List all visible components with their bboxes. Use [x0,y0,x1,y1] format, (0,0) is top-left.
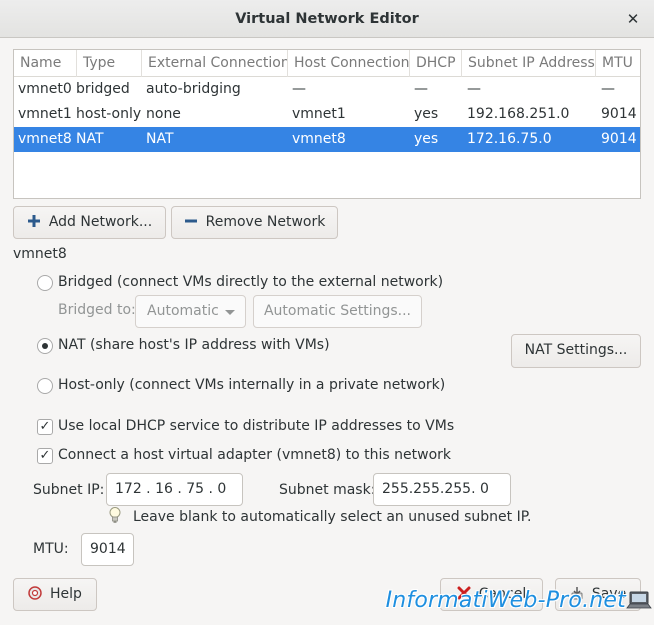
subnet-ip-label: Subnet IP: [33,482,105,498]
help-label: Help [50,586,82,602]
lightbulb-icon [108,506,122,524]
cell-name: vmnet8 [18,131,72,147]
cell-external-connection: none [146,106,181,122]
bridged-to-label: Bridged to: [58,302,136,318]
watermark-text: InformatiWeb-Pro.net [385,588,626,613]
nat-option-label[interactable]: NAT (share host's IP address with VMs) [58,337,330,353]
chevron-down-icon [225,310,235,315]
mtu-field[interactable]: 9014 [81,533,134,566]
title-bar: Virtual Network Editor ✕ [0,0,654,38]
cell-mtu: 9014 [601,106,637,122]
column-header-subnet-ip[interactable]: Subnet IP Address [462,50,596,77]
remove-network-button[interactable]: Remove Network [171,206,338,239]
bridged-option-label[interactable]: Bridged (connect VMs directly to the ext… [58,274,443,290]
cell-type: NAT [76,131,104,147]
selected-network-name: vmnet8 [13,246,67,262]
add-network-label: Add Network... [48,214,153,230]
cell-type: host-only [76,106,142,122]
subnet-hint: Leave blank to automatically select an u… [133,509,532,525]
cell-external-connection: NAT [146,131,174,147]
bridged-to-value: Automatic [147,303,219,319]
cell-host-connection: — [292,81,306,97]
cell-mtu: 9014 [601,131,637,147]
table-header: Name Type External Connection Host Conne… [14,50,640,77]
cell-name: vmnet0 [18,81,72,97]
help-icon [28,581,42,600]
automatic-settings-button[interactable]: Automatic Settings... [253,295,422,328]
cell-external-connection: auto-bridging [146,81,241,97]
column-header-mtu[interactable]: MTU [596,50,640,77]
column-header-type[interactable]: Type [77,50,142,77]
help-button[interactable]: Help [13,578,97,611]
close-icon[interactable]: ✕ [622,8,644,30]
cell-name: vmnet1 [18,106,72,122]
dhcp-checkbox[interactable]: ✓ [37,419,53,435]
table-row[interactable]: vmnet1 host-only none vmnet1 yes 192.168… [14,102,640,127]
subnet-mask-field[interactable]: 255.255.255. 0 [373,473,511,506]
nat-radio[interactable] [37,338,53,354]
laptop-logo-icon [626,590,652,612]
table-row[interactable]: vmnet0 bridged auto-bridging — — — — [14,77,640,102]
remove-network-label: Remove Network [205,214,326,230]
subnet-ip-field[interactable]: 172 . 16 . 75 . 0 [106,473,243,506]
bridged-radio[interactable] [37,275,53,291]
nat-settings-button[interactable]: NAT Settings... [511,334,641,368]
table-row-selected[interactable]: vmnet8 NAT NAT vmnet8 yes 172.16.75.0 90… [14,127,640,152]
cell-host-connection: vmnet1 [292,106,346,122]
column-header-host-connection[interactable]: Host Connection [288,50,410,77]
cell-subnet-ip: — [467,81,481,97]
host-adapter-checkbox[interactable]: ✓ [37,448,53,464]
network-table[interactable]: Name Type External Connection Host Conne… [13,49,641,199]
minus-icon [184,209,198,223]
subnet-mask-label: Subnet mask: [279,482,376,498]
mtu-label: MTU: [33,541,69,557]
cell-dhcp: yes [414,106,439,122]
cell-subnet-ip: 192.168.251.0 [467,106,570,122]
cell-dhcp: yes [414,131,439,147]
bridged-to-select[interactable]: Automatic [135,295,246,328]
column-header-dhcp[interactable]: DHCP [410,50,462,77]
host-adapter-label[interactable]: Connect a host virtual adapter (vmnet8) … [58,447,451,463]
host-only-radio[interactable] [37,378,53,394]
cell-mtu: — [601,81,615,97]
plus-icon [27,209,41,227]
cell-dhcp: — [414,81,428,97]
add-network-button[interactable]: Add Network... [13,206,166,239]
cell-subnet-ip: 172.16.75.0 [467,131,552,147]
column-header-external-connection[interactable]: External Connection [142,50,288,77]
cell-host-connection: vmnet8 [292,131,346,147]
column-header-name[interactable]: Name [14,50,77,77]
cell-type: bridged [76,81,130,97]
host-only-option-label[interactable]: Host-only (connect VMs internally in a p… [58,377,445,393]
dhcp-label[interactable]: Use local DHCP service to distribute IP … [58,418,454,434]
window-title: Virtual Network Editor [235,11,419,27]
